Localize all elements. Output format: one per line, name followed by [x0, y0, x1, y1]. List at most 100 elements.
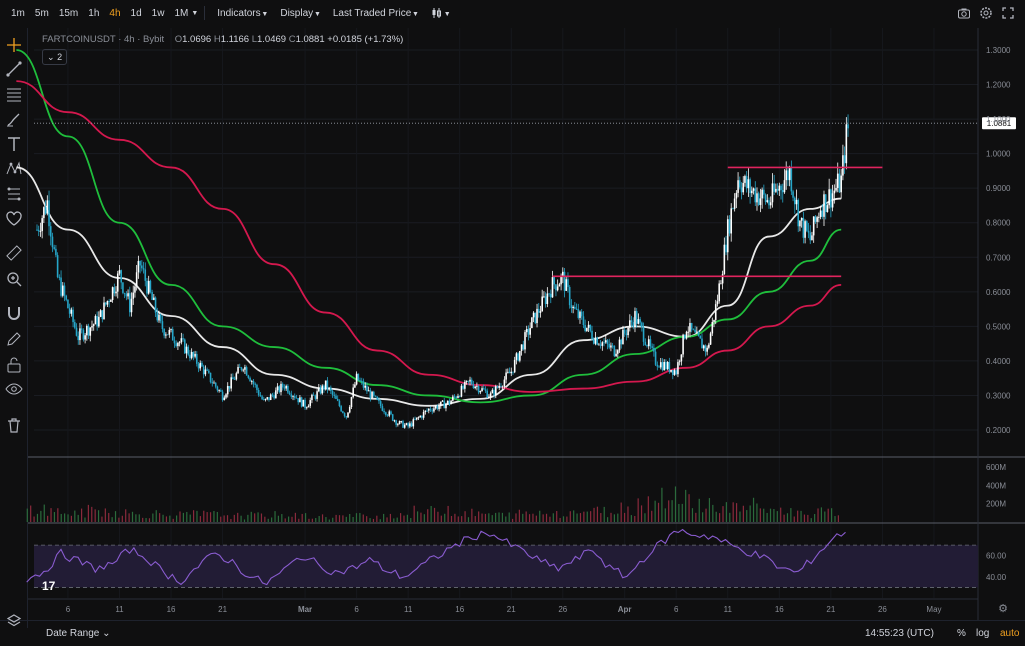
candle-body	[371, 391, 373, 399]
candle-body	[201, 362, 203, 367]
candle-body	[142, 268, 145, 270]
volume-bar	[271, 517, 273, 522]
candle-body	[531, 317, 533, 329]
volume-bar	[488, 513, 490, 522]
candle-body	[307, 405, 310, 408]
candle-body	[204, 369, 207, 375]
volume-bar	[834, 516, 836, 522]
layers-icon[interactable]	[6, 613, 22, 629]
indicator-collapse-button[interactable]: ⌄ 2	[42, 49, 68, 65]
auto-scale-button[interactable]: auto	[1000, 628, 1019, 639]
candle-body	[230, 377, 232, 389]
candle-body	[620, 339, 623, 345]
volume-bar	[780, 507, 782, 522]
candle-body	[132, 292, 135, 299]
candle-body	[610, 345, 612, 348]
volume-bar	[338, 515, 341, 522]
candle-body	[536, 308, 538, 324]
volume-bar	[535, 515, 537, 522]
candle-body	[316, 391, 318, 399]
candle-body	[689, 322, 691, 332]
volume-bar	[213, 510, 215, 522]
candle-body	[214, 382, 217, 387]
price-axis[interactable]: 1.3000 1.2000 1.1000 1.0000 0.9000 0.8000 0.70…	[977, 28, 1011, 620]
log-scale-button[interactable]: log	[976, 628, 989, 639]
volume-bar	[607, 517, 609, 522]
volume-bar	[752, 497, 755, 522]
volume-bar	[203, 510, 205, 522]
candle-body	[687, 331, 690, 333]
candle-body	[331, 390, 334, 395]
candle-body	[833, 190, 836, 194]
candle-body	[165, 334, 167, 336]
candle-body	[709, 333, 712, 345]
volume-bar	[84, 517, 86, 522]
candle-body	[357, 373, 360, 381]
candle-body	[472, 384, 475, 389]
volume-bar	[359, 512, 361, 522]
candle-body	[335, 395, 337, 399]
candle-body	[75, 327, 78, 336]
volume-bar	[274, 511, 276, 522]
candle-body	[390, 411, 392, 415]
axis-settings-gear-icon[interactable]: ⚙	[998, 603, 1008, 615]
candle-body	[474, 386, 476, 389]
candle-body	[104, 302, 107, 305]
candle-body	[321, 385, 324, 394]
candle-body	[752, 188, 755, 191]
candle-body	[192, 351, 195, 357]
volume-bar	[335, 514, 337, 522]
volume-bar	[128, 513, 130, 522]
candle-body	[254, 383, 257, 385]
candle-body	[235, 373, 238, 380]
volume-bar	[362, 514, 364, 522]
candle-body	[91, 325, 93, 328]
candle-body	[348, 406, 351, 413]
time-tick-label: 6	[674, 605, 679, 614]
volume-bar	[708, 498, 711, 522]
candle-body	[405, 423, 408, 425]
candle-body	[161, 321, 164, 330]
candle-body	[627, 327, 629, 336]
candle-body	[312, 394, 315, 396]
volume-bar	[698, 498, 700, 522]
volume-bar	[366, 516, 368, 522]
volume-bar	[820, 507, 823, 522]
candle-body	[635, 311, 638, 324]
symbol-legend[interactable]: FARTCOINUSDT · 4h · Bybit O1.0696 H1.116…	[42, 34, 403, 45]
collapsed-count: 2	[57, 52, 63, 62]
candle-body	[197, 363, 200, 369]
candle-body	[309, 400, 312, 406]
volume-bar	[87, 504, 89, 522]
resistance-lines[interactable]	[552, 166, 883, 278]
candle-body	[551, 277, 554, 298]
price-tick-label: 1.1000	[986, 115, 1011, 124]
volume-bar	[695, 512, 697, 522]
volume-bar	[260, 513, 263, 522]
volume-bar	[223, 515, 225, 522]
candle-body	[634, 311, 636, 327]
utc-clock[interactable]: 14:55:23 (UTC)	[865, 628, 934, 639]
close-label: C	[288, 34, 296, 45]
candle-body	[431, 410, 434, 412]
candle-body	[835, 187, 837, 191]
time-axis[interactable]: 6 11 16 21 Mar 6 11 16 21 26 Apr 6 11 16 21 26 May ⚙	[28, 598, 1008, 615]
volume-bar	[474, 516, 476, 522]
date-range-button[interactable]: Date Range ⌄	[46, 628, 111, 639]
price-chart[interactable]: 1.0881 1.3000 1.2000 1.1000 1.0000 0.9000 0.8…	[0, 0, 1025, 646]
candle-body	[644, 341, 647, 346]
candle-body	[840, 175, 842, 193]
candle-body	[319, 387, 322, 394]
candle-body	[70, 309, 73, 314]
candle-body	[98, 316, 100, 327]
volume-bar	[674, 486, 677, 522]
candle-body	[737, 180, 739, 193]
volume-bar	[399, 513, 402, 522]
candle-body	[159, 314, 162, 322]
percent-scale-button[interactable]: %	[957, 628, 966, 639]
candle-body	[37, 229, 40, 232]
volume-bar	[586, 511, 588, 522]
candle-body	[464, 381, 466, 389]
volume-bar	[732, 502, 734, 522]
candle-body	[465, 380, 468, 382]
